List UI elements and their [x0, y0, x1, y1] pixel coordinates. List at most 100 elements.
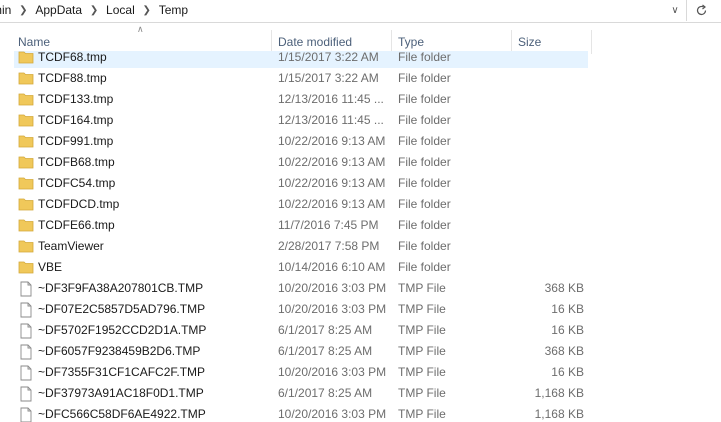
file-name: TCDFE66.tmp	[38, 218, 115, 232]
folder-icon	[18, 155, 34, 169]
file-date-modified: 6/1/2017 8:25 AM	[278, 323, 373, 337]
file-row[interactable]: ~DF6057F9238459B2D6.TMP 6/1/2017 8:25 AM T…	[14, 341, 588, 362]
file-name: ~DF5702F1952CCD2D1A.TMP	[38, 323, 207, 337]
file-size: 368 KB	[544, 281, 584, 295]
file-row[interactable]: TCDFDCD.tmp 10/22/2016 9:13 AM File folder	[14, 194, 588, 215]
file-size: 16 KB	[551, 302, 584, 316]
address-bar: min ❯ AppData ❯ Local ❯ Temp ∨	[0, 0, 721, 23]
file-row[interactable]: TCDF88.tmp 1/15/2017 3:22 AM File folder	[14, 68, 588, 89]
file-row[interactable]: TCDF133.tmp 12/13/2016 11:45 ... File fold…	[14, 89, 588, 110]
breadcrumb[interactable]: min ❯ AppData ❯ Local ❯ Temp ∨	[0, 0, 687, 21]
file-size	[514, 51, 584, 68]
file-size	[514, 68, 584, 89]
folder-icon	[18, 92, 34, 106]
file-date-modified: 1/15/2017 3:22 AM	[278, 51, 379, 64]
breadcrumb-item-local[interactable]: Local	[102, 0, 139, 21]
file-size: 368 KB	[544, 344, 584, 358]
file-date-modified: 6/1/2017 8:25 AM	[278, 344, 373, 358]
file-row[interactable]: ~DF5702F1952CCD2D1A.TMP 6/1/2017 8:25 AM T…	[14, 320, 588, 341]
file-row[interactable]: TCDF164.tmp 12/13/2016 11:45 ... File fold…	[14, 110, 588, 131]
file-date-modified: 10/22/2016 9:13 AM	[278, 155, 386, 169]
file-name: TeamViewer	[38, 239, 104, 253]
file-name: TCDFDCD.tmp	[38, 197, 120, 211]
chevron-right-icon[interactable]: ❯	[86, 0, 102, 21]
file-type: File folder	[398, 71, 451, 85]
file-row[interactable]: TCDFC54.tmp 10/22/2016 9:13 AM File folder	[14, 173, 588, 194]
file-type: File folder	[398, 218, 451, 232]
file-name: ~DFC566C58DF6AE4922.TMP	[38, 407, 206, 421]
file-name: VBE	[38, 260, 63, 274]
file-size	[514, 110, 584, 131]
file-type: TMP File	[398, 302, 446, 316]
file-name: ~DF6057F9238459B2D6.TMP	[38, 344, 201, 358]
file-type: TMP File	[398, 344, 446, 358]
file-date-modified: 10/20/2016 3:03 PM	[278, 281, 387, 295]
file-date-modified: 10/14/2016 6:10 AM	[278, 260, 386, 274]
file-name: TCDF88.tmp	[38, 71, 107, 85]
folder-icon	[18, 197, 34, 211]
file-icon	[18, 302, 34, 318]
file-size: 16 KB	[551, 365, 584, 379]
chevron-right-icon[interactable]: ❯	[139, 0, 155, 21]
file-icon	[18, 407, 34, 422]
breadcrumb-item-appdata[interactable]: AppData	[31, 0, 86, 21]
file-row[interactable]: TCDF68.tmp 1/15/2017 3:22 AM File folder	[14, 51, 588, 68]
file-row[interactable]: ~DF37973A91AC18F0D1.TMP 6/1/2017 8:25 AM T…	[14, 383, 588, 404]
folder-icon	[18, 176, 34, 190]
file-row[interactable]: VBE 10/14/2016 6:10 AM File folder	[14, 257, 588, 278]
file-date-modified: 12/13/2016 11:45 ...	[278, 92, 384, 106]
file-name: ~DF7355F31CF1CAFC2F.TMP	[38, 365, 206, 379]
file-icon	[18, 323, 34, 339]
file-date-modified: 10/22/2016 9:13 AM	[278, 197, 386, 211]
file-date-modified: 10/22/2016 9:13 AM	[278, 134, 386, 148]
file-size	[514, 257, 584, 278]
folder-icon	[18, 239, 34, 253]
chevron-right-icon[interactable]: ❯	[15, 0, 31, 21]
file-type: TMP File	[398, 407, 446, 421]
file-type: File folder	[398, 176, 451, 190]
file-row[interactable]: ~DF07E2C5857D5AD796.TMP 10/20/2016 3:03 P…	[14, 299, 588, 320]
file-size	[514, 194, 584, 215]
file-date-modified: 10/22/2016 9:13 AM	[278, 176, 386, 190]
file-size	[514, 173, 584, 194]
file-date-modified: 2/28/2017 7:58 PM	[278, 239, 380, 253]
file-size	[514, 131, 584, 152]
folder-icon	[18, 134, 34, 148]
file-name: TCDF164.tmp	[38, 113, 114, 127]
file-icon	[18, 281, 34, 297]
file-date-modified: 11/7/2016 7:45 PM	[278, 218, 379, 232]
file-type: TMP File	[398, 281, 446, 295]
file-type: File folder	[398, 260, 451, 274]
file-date-modified: 10/20/2016 3:03 PM	[278, 302, 387, 316]
file-type: TMP File	[398, 386, 446, 400]
file-size	[514, 89, 584, 110]
address-dropdown-icon[interactable]: ∨	[664, 0, 686, 21]
folder-icon	[18, 51, 34, 64]
file-size: 16 KB	[551, 323, 584, 337]
refresh-icon[interactable]	[690, 0, 712, 21]
file-size	[514, 215, 584, 236]
file-row[interactable]: ~DF7355F31CF1CAFC2F.TMP 10/20/2016 3:03 P…	[14, 362, 588, 383]
file-name: ~DF37973A91AC18F0D1.TMP	[38, 386, 204, 400]
file-type: File folder	[398, 155, 451, 169]
file-row[interactable]: TCDF991.tmp 10/22/2016 9:13 AM File folder	[14, 131, 588, 152]
file-size: 1,168 KB	[534, 407, 584, 421]
file-row[interactable]: TCDFE66.tmp 11/7/2016 7:45 PM File folder	[14, 215, 588, 236]
file-row[interactable]: ~DF3F9FA38A207801CB.TMP 10/20/2016 3:03 P…	[14, 278, 588, 299]
folder-icon	[18, 260, 34, 274]
breadcrumb-item-temp[interactable]: Temp	[155, 0, 192, 21]
folder-icon	[18, 71, 34, 85]
file-icon	[18, 386, 34, 402]
file-row[interactable]: ~DFC566C58DF6AE4922.TMP 10/20/2016 3:03 P…	[14, 404, 588, 422]
file-row[interactable]: TeamViewer 2/28/2017 7:58 PM File folder	[14, 236, 588, 257]
file-type: File folder	[398, 197, 451, 211]
file-date-modified: 10/20/2016 3:03 PM	[278, 407, 387, 421]
file-date-modified: 12/13/2016 11:45 ...	[278, 113, 384, 127]
file-type: File folder	[398, 239, 451, 253]
file-type: File folder	[398, 113, 451, 127]
file-size	[514, 236, 584, 257]
file-type: File folder	[398, 92, 451, 106]
breadcrumb-item-user[interactable]: min	[0, 0, 15, 21]
file-name: ~DF3F9FA38A207801CB.TMP	[38, 281, 204, 295]
file-row[interactable]: TCDFB68.tmp 10/22/2016 9:13 AM File folder	[14, 152, 588, 173]
